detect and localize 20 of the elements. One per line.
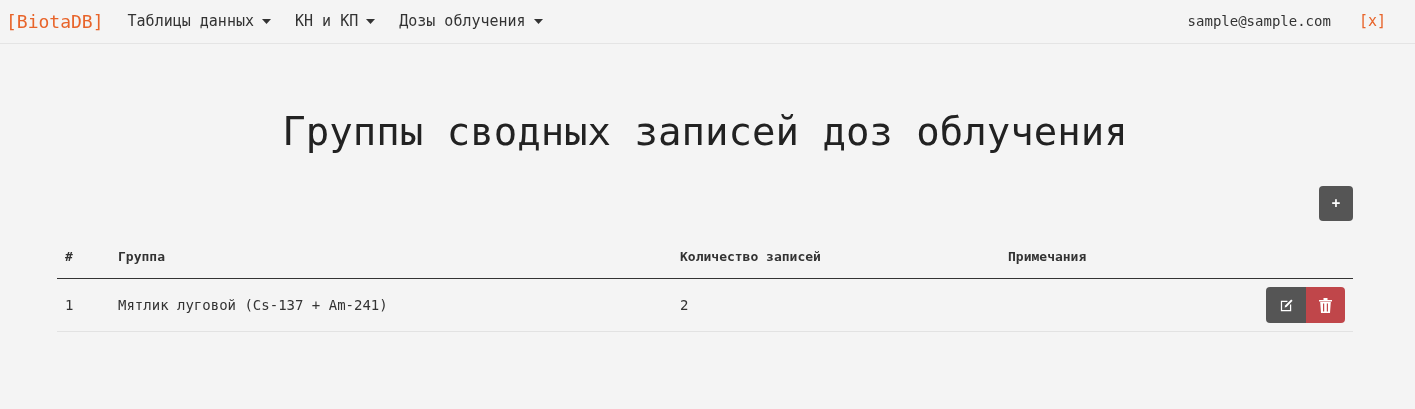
table-cell: 2 (680, 296, 689, 313)
edit-button[interactable] (1266, 287, 1306, 323)
caret-icon (366, 19, 376, 24)
add-button[interactable]: + (1319, 186, 1353, 221)
column-header: Примечания (1008, 248, 1087, 264)
nav-dropdown[interactable]: КН и КП (295, 10, 376, 33)
column-header: # (65, 248, 73, 264)
table-cell: Мятлик луговой (Cs-137 + Am-241) (118, 296, 388, 313)
delete-button[interactable] (1306, 287, 1345, 323)
caret-icon (262, 19, 271, 24)
table-cell: 1 (65, 296, 74, 313)
column-header: Количество записей (680, 248, 821, 264)
column-header: Группа (118, 248, 165, 264)
trash-icon (1319, 297, 1332, 313)
nav-dropdown[interactable]: Таблицы данных (127, 10, 271, 33)
nav-dropdown[interactable]: Дозы облучения (399, 10, 543, 33)
page-title: Группы сводных записей доз облучения (281, 112, 1129, 151)
caret-icon (533, 19, 543, 24)
edit-icon (1278, 297, 1294, 313)
user-email: sample@sample.com (1187, 12, 1331, 31)
